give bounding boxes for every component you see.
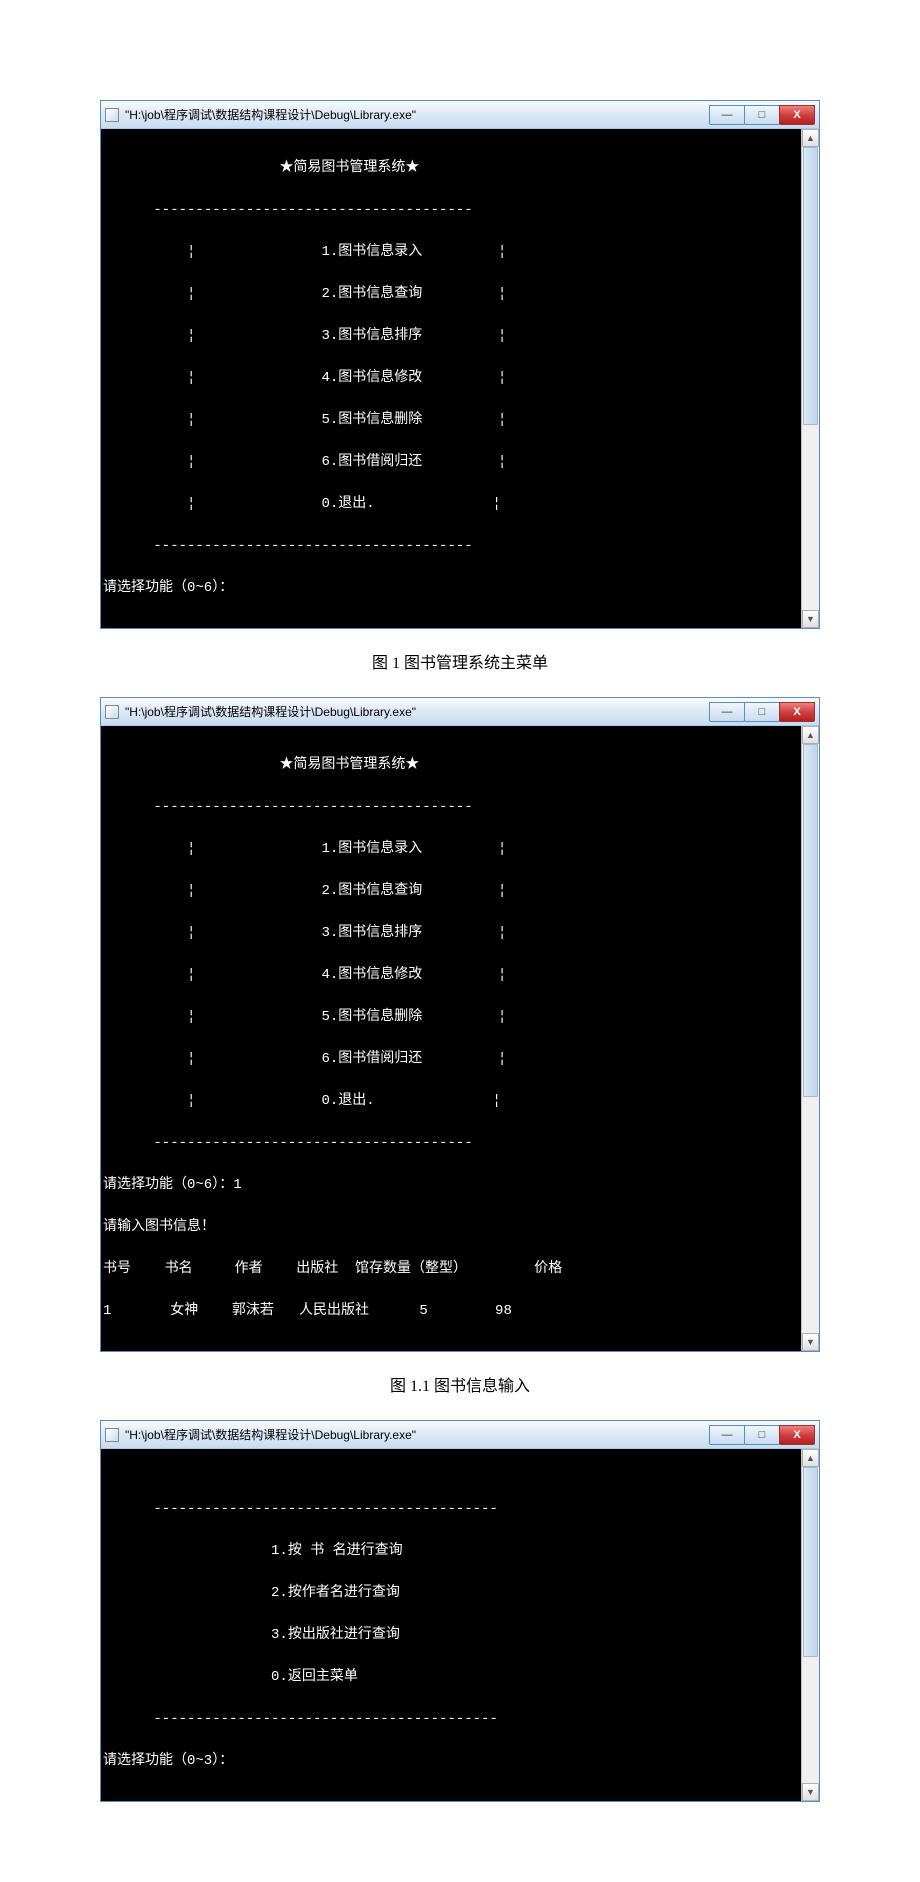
menu-item-4: ¦ 4.图书信息修改 ¦	[103, 368, 799, 389]
menu-item-6: ¦ 6.图书借阅归还 ¦	[103, 1049, 799, 1070]
scrollbar[interactable]: ▲ ▼	[801, 129, 819, 628]
scroll-track[interactable]	[802, 1467, 819, 1783]
input-header: 请输入图书信息！	[103, 1217, 799, 1238]
maximize-button[interactable]: □	[744, 105, 780, 125]
menu-item-4: ¦ 4.图书信息修改 ¦	[103, 965, 799, 986]
menu-item-5: ¦ 5.图书信息删除 ¦	[103, 1007, 799, 1028]
scroll-track[interactable]	[802, 147, 819, 610]
scroll-up-icon[interactable]: ▲	[802, 129, 819, 147]
console-output: ★简易图书管理系统★ -----------------------------…	[101, 726, 801, 1351]
menu-divider-bot: --------------------------------------	[103, 536, 799, 557]
menu-item-0: ¦ 0.退出. ¦	[103, 1091, 799, 1112]
table-columns: 书号 书名 作者 出版社 馆存数量（整型） 价格	[103, 1259, 799, 1280]
console-area: ★简易图书管理系统★ -----------------------------…	[101, 726, 819, 1351]
app-icon	[105, 108, 119, 122]
submenu-item-2: 2.按作者名进行查询	[103, 1583, 799, 1604]
scrollbar[interactable]: ▲ ▼	[801, 726, 819, 1351]
window-buttons: — □ X	[710, 105, 815, 125]
window-buttons: — □ X	[710, 1425, 815, 1445]
close-button[interactable]: X	[779, 105, 815, 125]
submenu-divider-top: ----------------------------------------…	[103, 1499, 799, 1520]
scroll-thumb[interactable]	[803, 1467, 818, 1657]
console-area: ----------------------------------------…	[101, 1449, 819, 1801]
table-row[interactable]: 1 女神 郭沫若 人民出版社 5 98	[103, 1301, 799, 1322]
menu-item-1: ¦ 1.图书信息录入 ¦	[103, 242, 799, 263]
console-area: ★简易图书管理系统★ -----------------------------…	[101, 129, 819, 628]
scroll-down-icon[interactable]: ▼	[802, 610, 819, 628]
scroll-up-icon[interactable]: ▲	[802, 1449, 819, 1467]
figure-1-1-caption: 图 1.1 图书信息输入	[0, 1372, 920, 1396]
submenu-prompt[interactable]: 请选择功能（0~3）：	[103, 1751, 799, 1772]
submenu-divider-bot: ----------------------------------------…	[103, 1709, 799, 1730]
window-buttons: — □ X	[710, 702, 815, 722]
menu-item-3: ¦ 3.图书信息排序 ¦	[103, 923, 799, 944]
figure-1-caption: 图 1 图书管理系统主菜单	[0, 649, 920, 673]
minimize-button[interactable]: —	[709, 1425, 745, 1445]
submenu-item-3: 3.按出版社进行查询	[103, 1625, 799, 1646]
menu-item-0: ¦ 0.退出. ¦	[103, 494, 799, 515]
menu-divider-top: --------------------------------------	[103, 797, 799, 818]
title-bar: "H:\job\程序调试\数据结构课程设计\Debug\Library.exe"…	[101, 698, 819, 726]
menu-divider-top: --------------------------------------	[103, 200, 799, 221]
menu-header: ★简易图书管理系统★	[103, 158, 799, 179]
scroll-up-icon[interactable]: ▲	[802, 726, 819, 744]
scroll-track[interactable]	[802, 744, 819, 1333]
menu-item-2: ¦ 2.图书信息查询 ¦	[103, 284, 799, 305]
maximize-button[interactable]: □	[744, 1425, 780, 1445]
scroll-down-icon[interactable]: ▼	[802, 1783, 819, 1801]
menu-item-2: ¦ 2.图书信息查询 ¦	[103, 881, 799, 902]
menu-item-5: ¦ 5.图书信息删除 ¦	[103, 410, 799, 431]
menu-item-3: ¦ 3.图书信息排序 ¦	[103, 326, 799, 347]
submenu-item-0: 0.返回主菜单	[103, 1667, 799, 1688]
window-title: "H:\job\程序调试\数据结构课程设计\Debug\Library.exe"	[125, 106, 710, 123]
console-window-2: "H:\job\程序调试\数据结构课程设计\Debug\Library.exe"…	[100, 697, 820, 1352]
console-output: ★简易图书管理系统★ -----------------------------…	[101, 129, 801, 628]
console-window-1: "H:\job\程序调试\数据结构课程设计\Debug\Library.exe"…	[100, 100, 820, 629]
minimize-button[interactable]: —	[709, 702, 745, 722]
title-bar: "H:\job\程序调试\数据结构课程设计\Debug\Library.exe"…	[101, 1421, 819, 1449]
close-button[interactable]: X	[779, 1425, 815, 1445]
scroll-down-icon[interactable]: ▼	[802, 1333, 819, 1351]
window-title: "H:\job\程序调试\数据结构课程设计\Debug\Library.exe"	[125, 703, 710, 720]
scrollbar[interactable]: ▲ ▼	[801, 1449, 819, 1801]
menu-prompt[interactable]: 请选择功能（0~6）：	[103, 578, 799, 599]
title-bar: "H:\job\程序调试\数据结构课程设计\Debug\Library.exe"…	[101, 101, 819, 129]
scroll-thumb[interactable]	[803, 147, 818, 425]
scroll-thumb[interactable]	[803, 744, 818, 1097]
console-output: ----------------------------------------…	[101, 1449, 801, 1801]
app-icon	[105, 705, 119, 719]
close-button[interactable]: X	[779, 702, 815, 722]
maximize-button[interactable]: □	[744, 702, 780, 722]
menu-prompt-input[interactable]: 请选择功能（0~6）：1	[103, 1175, 799, 1196]
submenu-item-1: 1.按 书 名进行查询	[103, 1541, 799, 1562]
menu-item-1: ¦ 1.图书信息录入 ¦	[103, 839, 799, 860]
menu-header: ★简易图书管理系统★	[103, 755, 799, 776]
menu-item-6: ¦ 6.图书借阅归还 ¦	[103, 452, 799, 473]
minimize-button[interactable]: —	[709, 105, 745, 125]
app-icon	[105, 1428, 119, 1442]
menu-divider-bot: --------------------------------------	[103, 1133, 799, 1154]
console-window-3: "H:\job\程序调试\数据结构课程设计\Debug\Library.exe"…	[100, 1420, 820, 1802]
window-title: "H:\job\程序调试\数据结构课程设计\Debug\Library.exe"	[125, 1426, 710, 1443]
